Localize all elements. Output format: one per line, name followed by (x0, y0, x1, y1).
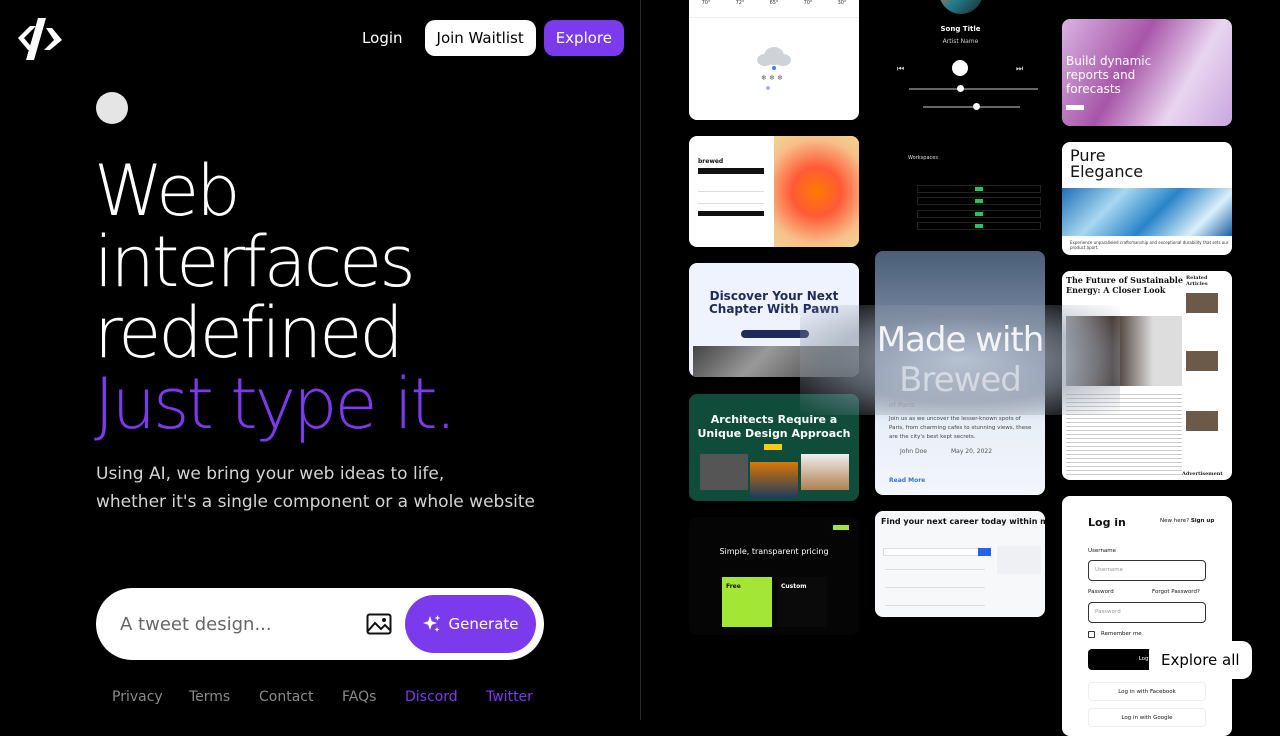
volume-knob (973, 103, 980, 110)
gallery-card-reports[interactable]: Build dynamic reports and forecasts (1062, 19, 1232, 126)
login-card-password-field: Password (1088, 602, 1206, 623)
login-card-username-field: Username (1088, 560, 1206, 581)
login-link[interactable]: Login (348, 29, 416, 47)
brewed-logo-icon[interactable] (16, 16, 64, 60)
generate-label: Generate (448, 615, 519, 633)
explore-button[interactable]: Explore (543, 20, 624, 56)
gallery-card-music-player[interactable]: Song Title Artist Name ⏮ ⏭ (883, 0, 1038, 120)
gallery-card-workspaces[interactable]: Workspaces (875, 150, 1045, 230)
gallery-card-career[interactable]: Find your next career today within minut… (875, 511, 1045, 617)
footer-discord-link[interactable]: Discord (405, 689, 486, 705)
join-waitlist-button[interactable]: Join Waitlist (424, 20, 536, 56)
hero-accent-line: Just type it. (94, 363, 457, 445)
weather-temp-3: 65° (769, 0, 779, 6)
progress-knob (957, 85, 964, 92)
next-track-icon: ⏭ (1016, 64, 1024, 73)
pricing-custom-plan: Custom (777, 577, 827, 627)
subtitle-line-1: Using AI, we bring your web ideas to lif… (96, 464, 445, 484)
top-nav: Login Join Waitlist Explore (348, 20, 624, 56)
footer-faqs-link[interactable]: FAQs (342, 689, 405, 705)
password-label: Password (1088, 589, 1114, 595)
footer-links: Privacy Terms Contact FAQs Discord Twitt… (112, 689, 533, 705)
paris-author: John Doe (900, 448, 927, 455)
made-with-brewed-overlay: Made with Brewed (800, 305, 1120, 415)
paris-body: Join us as we uncover the lesser-known s… (889, 416, 1032, 440)
footer-twitter-link[interactable]: Twitter (486, 689, 533, 705)
login-card-signup-prompt: New here? Sign up (1160, 518, 1215, 524)
remember-checkbox (1088, 631, 1095, 638)
paris-date: May 20, 2022 (951, 448, 993, 455)
prompt-bar: Generate (96, 588, 544, 660)
paris-read-more-link: Read More (889, 477, 926, 484)
architects-title: Architects Require a Unique Design Appro… (697, 413, 851, 440)
pricing-title: Simple, transparent pricing (719, 547, 829, 556)
forgot-password-link: Forgot Password? (1152, 589, 1200, 595)
hero-subtitle: Using AI, we bring your web ideas to lif… (96, 460, 556, 516)
sparkles-icon (423, 615, 441, 632)
weather-temp-4: 70° (803, 0, 813, 6)
panel-divider (640, 0, 641, 720)
career-title: Find your next career today within minut… (881, 517, 1045, 526)
google-login-button: Log in with Google (1088, 708, 1206, 727)
hero-line-1: Web (94, 150, 241, 232)
song-title: Song Title (940, 25, 981, 33)
footer-terms-link[interactable]: Terms (189, 689, 259, 705)
prev-track-icon: ⏮ (897, 64, 905, 73)
gallery-card-weather[interactable]: 70° 72° 65° 70° 30° ❄ ❄ ❄ (689, 0, 859, 120)
username-label: Username (1088, 548, 1117, 554)
hero-heading: Web interfaces redefined Just type it. (94, 150, 457, 445)
weather-temp-5: 30° (837, 0, 847, 6)
play-icon (952, 60, 968, 76)
hero-line-2: interfaces (94, 221, 416, 303)
remember-label: Remember me (1101, 631, 1142, 637)
elegance-title: Pure Elegance (1070, 146, 1144, 181)
rain-cloud-icon: ❄ ❄ ❄ (757, 47, 791, 90)
overlay-line-1: Made with (876, 320, 1045, 360)
elegance-caption: Experience unparalleled craftsmanship an… (1070, 240, 1229, 250)
gallery-card-elegance[interactable]: Pure Elegance Experience unparalleled cr… (1062, 142, 1232, 255)
artist-name: Artist Name (942, 38, 979, 45)
gallery-card-brewed-login[interactable]: brewed (689, 136, 859, 247)
overlay-line-2: Brewed (899, 360, 1022, 400)
energy-related-heading: Related Articles (1186, 275, 1208, 287)
hero-panel: Login Join Waitlist Explore Web interfac… (0, 0, 640, 720)
image-upload-icon[interactable] (366, 612, 392, 636)
reports-title: Build dynamic reports and forecasts (1066, 54, 1152, 96)
generate-button[interactable]: Generate (405, 595, 536, 653)
svg-text:❄ ❄ ❄: ❄ ❄ ❄ (761, 74, 783, 82)
weather-temp-1: 70° (701, 0, 711, 6)
brewed-brand: brewed (698, 158, 724, 165)
energy-ads-label: Advertisement (1182, 471, 1223, 477)
hero-line-3: redefined (94, 292, 404, 374)
subtitle-line-2: whether it's a single component or a who… (96, 492, 536, 512)
pricing-free-plan: Free (722, 577, 772, 627)
gallery-card-pricing[interactable]: Simple, transparent pricing Free Custom (689, 517, 859, 635)
status-dot (96, 92, 128, 124)
explore-all-button[interactable]: Explore all (1149, 641, 1252, 679)
footer-privacy-link[interactable]: Privacy (112, 689, 189, 705)
prompt-input[interactable] (120, 608, 350, 640)
weather-temp-2: 72° (735, 0, 745, 6)
workspaces-title: Workspaces (908, 155, 938, 161)
facebook-login-button: Log in with Facebook (1088, 682, 1206, 701)
login-card-title: Log in (1088, 516, 1126, 529)
gallery-card-login-form[interactable]: Log in New here? Sign up Username Userna… (1062, 496, 1232, 736)
footer-contact-link[interactable]: Contact (259, 689, 342, 705)
energy-title: The Future of Sustainable Energy: A Clos… (1066, 275, 1183, 295)
